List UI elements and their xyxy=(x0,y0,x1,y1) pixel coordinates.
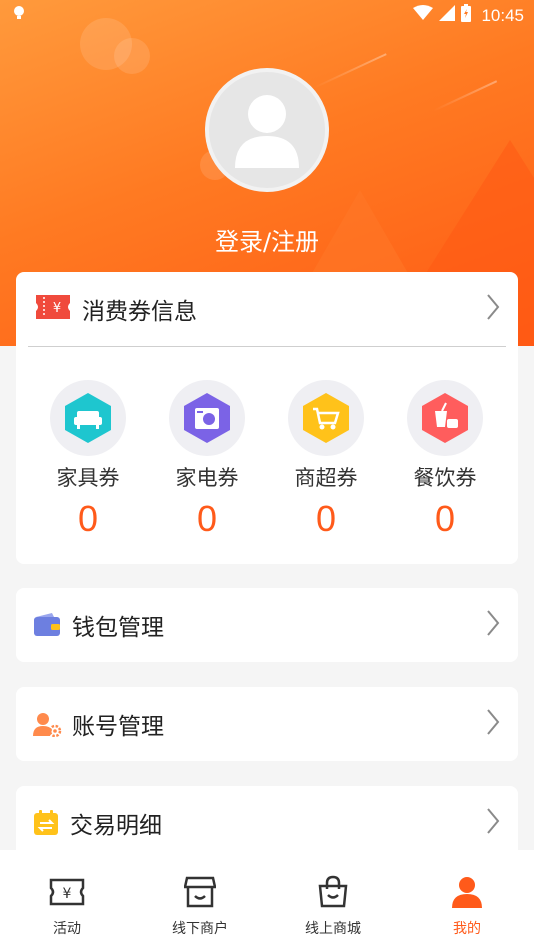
user-placeholder-icon xyxy=(235,95,299,168)
chevron-right-icon xyxy=(486,708,500,740)
voucher-icon: ¥ xyxy=(34,293,72,325)
tab-label: 线下商户 xyxy=(172,921,228,937)
decor-streak xyxy=(432,80,498,112)
sofa-icon xyxy=(65,393,111,443)
tab-label: 我的 xyxy=(453,921,481,937)
transaction-details-row[interactable]: 交易明细 xyxy=(16,786,518,860)
decor-bubble xyxy=(114,38,150,74)
wallet-management-row[interactable]: 钱包管理 xyxy=(16,588,518,662)
coupon-label: 家具券 xyxy=(56,466,120,490)
avatar[interactable] xyxy=(205,68,329,192)
decor-streak xyxy=(313,53,387,89)
svg-text:¥: ¥ xyxy=(53,301,61,316)
coupon-dining[interactable]: 餐饮券 0 xyxy=(397,380,493,540)
svg-text:¥: ¥ xyxy=(63,886,72,902)
signal-icon xyxy=(439,5,456,26)
ticket-icon: ¥ xyxy=(7,872,127,912)
coupon-appliance[interactable]: 家电券 0 xyxy=(159,380,255,540)
bottom-tab-bar: ¥ 活动 线下商户 线上商城 我的 xyxy=(0,850,534,950)
battery-icon xyxy=(461,4,472,27)
menu-label: 交易明细 xyxy=(70,813,162,839)
status-bar: 10:45 xyxy=(0,0,534,28)
menu-label: 账号管理 xyxy=(72,714,164,740)
tab-mine[interactable]: 我的 xyxy=(407,872,527,938)
drink-icon xyxy=(422,393,468,443)
profile-icon xyxy=(407,872,527,912)
coupon-info-row[interactable]: ¥ 消费券信息 xyxy=(16,272,518,346)
menu-label: 钱包管理 xyxy=(72,615,164,641)
tab-label: 活动 xyxy=(53,921,81,937)
coupon-info-title: 消费券信息 xyxy=(82,299,197,325)
coupon-count: 0 xyxy=(434,498,456,539)
notification-icon xyxy=(12,5,26,26)
coupon-count: 0 xyxy=(196,498,218,539)
tab-label: 线上商城 xyxy=(305,921,361,937)
coupon-furniture[interactable]: 家具券 0 xyxy=(40,380,136,540)
divider xyxy=(28,346,506,347)
wifi-icon xyxy=(413,5,434,26)
coupon-label: 餐饮券 xyxy=(413,466,477,490)
wallet-icon xyxy=(32,612,62,638)
chevron-right-icon xyxy=(486,293,500,325)
coupon-count: 0 xyxy=(77,498,99,539)
chevron-right-icon xyxy=(486,807,500,839)
account-management-row[interactable]: 账号管理 xyxy=(16,687,518,761)
appliance-icon xyxy=(184,393,230,443)
tab-online-mall[interactable]: 线上商城 xyxy=(273,872,393,938)
coupon-count: 0 xyxy=(315,498,337,539)
coupon-label: 商超券 xyxy=(294,466,358,490)
transaction-icon xyxy=(32,809,60,837)
coupon-info-card: ¥ 消费券信息 家具券 0 家电券 0 商超券 0 餐饮券 0 xyxy=(16,272,518,564)
coupon-supermarket[interactable]: 商超券 0 xyxy=(278,380,374,540)
shopping-bag-icon xyxy=(273,872,393,912)
account-settings-icon xyxy=(32,711,62,737)
coupon-label: 家电券 xyxy=(175,466,239,490)
login-register-link[interactable]: 登录/注册 xyxy=(0,222,534,257)
status-time: 10:45 xyxy=(481,5,524,25)
tab-offline-merchants[interactable]: 线下商户 xyxy=(140,872,260,938)
cart-icon xyxy=(303,393,349,443)
chevron-right-icon xyxy=(486,609,500,641)
tab-activity[interactable]: ¥ 活动 xyxy=(7,872,127,938)
store-icon xyxy=(140,872,260,912)
